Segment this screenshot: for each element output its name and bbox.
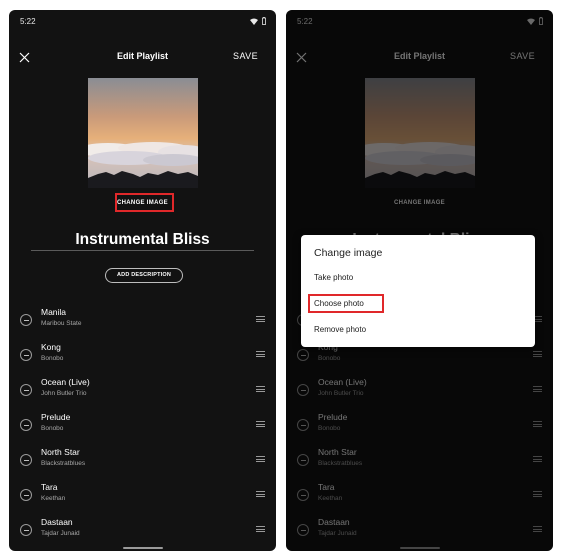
top-app-bar: Edit Playlist SAVE xyxy=(9,46,276,68)
remove-track-button[interactable] xyxy=(20,524,32,536)
track-title: Kong xyxy=(41,342,61,352)
track-artist: Blackstratblues xyxy=(41,460,86,467)
track-row: North Star Blackstratblues xyxy=(9,446,276,481)
drag-handle-icon[interactable] xyxy=(256,386,265,392)
remove-track-button[interactable] xyxy=(20,454,32,466)
add-description-button[interactable]: ADD DESCRIPTION xyxy=(105,268,183,283)
phone-screen-change-image-dialog: 5:22 Edit Playlist SAVE xyxy=(286,10,553,551)
track-artist: Bonobo xyxy=(41,425,64,432)
battery-icon xyxy=(262,17,266,25)
drag-handle-icon[interactable] xyxy=(256,421,265,427)
wifi-icon xyxy=(250,18,258,25)
status-time: 5:22 xyxy=(20,17,36,26)
take-photo-option[interactable]: Take photo xyxy=(314,273,353,282)
track-row: Manila Maribou State xyxy=(9,306,276,341)
change-image-label: CHANGE IMAGE xyxy=(117,200,168,206)
drag-handle-icon[interactable] xyxy=(256,491,265,497)
playlist-cover-image[interactable] xyxy=(88,78,198,188)
home-indicator xyxy=(122,547,163,549)
track-row: Prelude Bonobo xyxy=(9,411,276,446)
remove-track-button[interactable] xyxy=(20,349,32,361)
remove-track-button[interactable] xyxy=(20,489,32,501)
track-artist: John Butler Trio xyxy=(41,390,87,397)
change-image-button[interactable]: CHANGE IMAGE xyxy=(9,198,276,208)
track-title: Tara xyxy=(41,482,58,492)
choose-photo-option[interactable]: Choose photo xyxy=(314,299,364,308)
name-field-underline xyxy=(31,250,254,251)
save-button[interactable]: SAVE xyxy=(233,51,258,61)
track-title: North Star xyxy=(41,447,80,457)
track-title: Ocean (Live) xyxy=(41,377,90,387)
drag-handle-icon[interactable] xyxy=(256,351,265,357)
remove-track-button[interactable] xyxy=(20,314,32,326)
track-artist: Keethan xyxy=(41,495,66,502)
track-title: Dastaan xyxy=(41,517,73,527)
dialog-title: Change image xyxy=(314,247,383,259)
track-row: Tara Keethan xyxy=(9,481,276,516)
remove-photo-option[interactable]: Remove photo xyxy=(314,325,366,334)
track-row: Dastaan Tajdar Junaid xyxy=(9,516,276,551)
track-row: Kong Bonobo xyxy=(9,341,276,376)
playlist-name-field[interactable]: Instrumental Bliss xyxy=(9,231,276,249)
status-bar: 5:22 xyxy=(9,10,276,36)
track-row: Ocean (Live) John Butler Trio xyxy=(9,376,276,411)
track-artist: Maribou State xyxy=(41,320,82,327)
track-artist: Bonobo xyxy=(41,355,64,362)
change-image-dialog: Change image Take photo Choose photo Rem… xyxy=(301,235,535,347)
track-artist: Tajdar Junaid xyxy=(41,530,80,537)
drag-handle-icon[interactable] xyxy=(256,456,265,462)
drag-handle-icon[interactable] xyxy=(256,316,265,322)
drag-handle-icon[interactable] xyxy=(256,526,265,532)
remove-track-button[interactable] xyxy=(20,419,32,431)
track-title: Prelude xyxy=(41,412,71,422)
track-title: Manila xyxy=(41,307,67,317)
phone-screen-edit-playlist: 5:22 Edit Playlist SAVE CHANGE IMAGE Ins… xyxy=(9,10,276,551)
remove-track-button[interactable] xyxy=(20,384,32,396)
